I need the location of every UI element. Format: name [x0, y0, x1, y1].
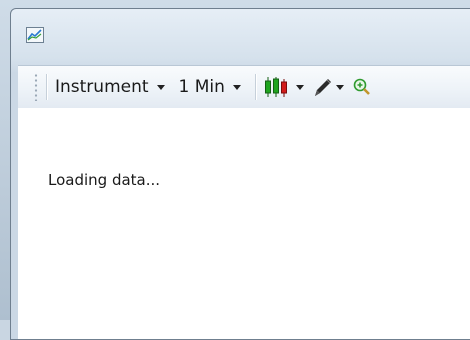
title-bar[interactable] — [11, 9, 470, 61]
chart-toolbar: Instrument 1 Min — [18, 65, 470, 109]
timeframe-dropdown[interactable]: 1 Min — [179, 77, 241, 97]
loading-status: Loading data... — [48, 171, 161, 189]
toolbar-grip[interactable] — [34, 73, 38, 101]
chart-style-button[interactable] — [264, 76, 304, 98]
chart-app-icon — [26, 27, 44, 43]
drawing-tool-button[interactable] — [312, 76, 344, 98]
chart-area[interactable]: Loading data... — [18, 108, 470, 339]
toolbar-separator — [254, 74, 256, 100]
instrument-dropdown[interactable]: Instrument — [55, 77, 165, 97]
zoom-button[interactable] — [352, 77, 372, 97]
toolbar-separator — [46, 74, 47, 100]
chart-window: Instrument 1 Min Loading data... — [10, 8, 470, 340]
zoom-in-icon — [353, 78, 370, 95]
chevron-down-icon — [156, 84, 165, 90]
chevron-down-icon — [335, 84, 344, 90]
pen-drawing-tool-icon — [314, 79, 331, 96]
candlestick-chart-icon — [264, 77, 287, 97]
timeframe-label: 1 Min — [178, 77, 225, 97]
chevron-down-icon — [232, 84, 241, 90]
chevron-down-icon — [295, 84, 304, 90]
instrument-label: Instrument — [55, 77, 149, 97]
